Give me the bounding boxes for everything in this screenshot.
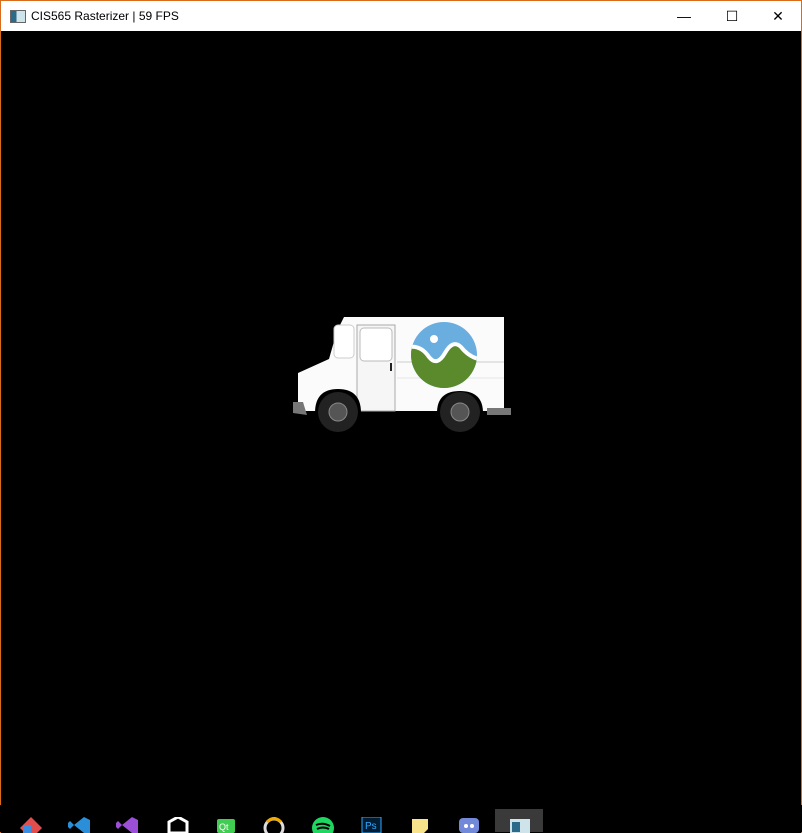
qt-creator-icon[interactable]: Qt [201,809,249,833]
render-viewport[interactable] [1,31,801,806]
maximize-button[interactable]: ☐ [709,1,755,31]
overwatch-icon[interactable] [249,809,297,833]
visual-studio-icon[interactable] [102,809,150,833]
windshield [333,324,355,359]
rasterizer-app-icon[interactable] [495,809,543,833]
app-window: CIS565 Rasterizer | 59 FPS — ☐ ✕ [0,0,802,833]
door-window [359,327,393,362]
minimize-button[interactable]: — [661,1,707,31]
svg-text:Qt: Qt [219,822,229,832]
unity-icon[interactable] [153,809,201,833]
window-title: CIS565 Rasterizer | 59 FPS [31,9,179,23]
git-client-icon[interactable] [6,809,54,833]
app-icon [10,10,26,23]
discord-icon[interactable] [444,809,492,833]
door-handle [390,363,392,371]
sticky-notes-icon[interactable] [396,809,444,833]
rear-bumper [487,408,511,415]
svg-text:Ps: Ps [365,821,377,832]
title-bar[interactable]: CIS565 Rasterizer | 59 FPS — ☐ ✕ [1,1,801,31]
spotify-icon[interactable] [298,809,346,833]
rendered-truck [293,317,511,432]
close-button[interactable]: ✕ [755,1,801,31]
photoshop-icon[interactable]: Ps [347,809,395,833]
taskbar: Qt Ps [0,805,802,833]
vscode-icon[interactable] [54,809,102,833]
